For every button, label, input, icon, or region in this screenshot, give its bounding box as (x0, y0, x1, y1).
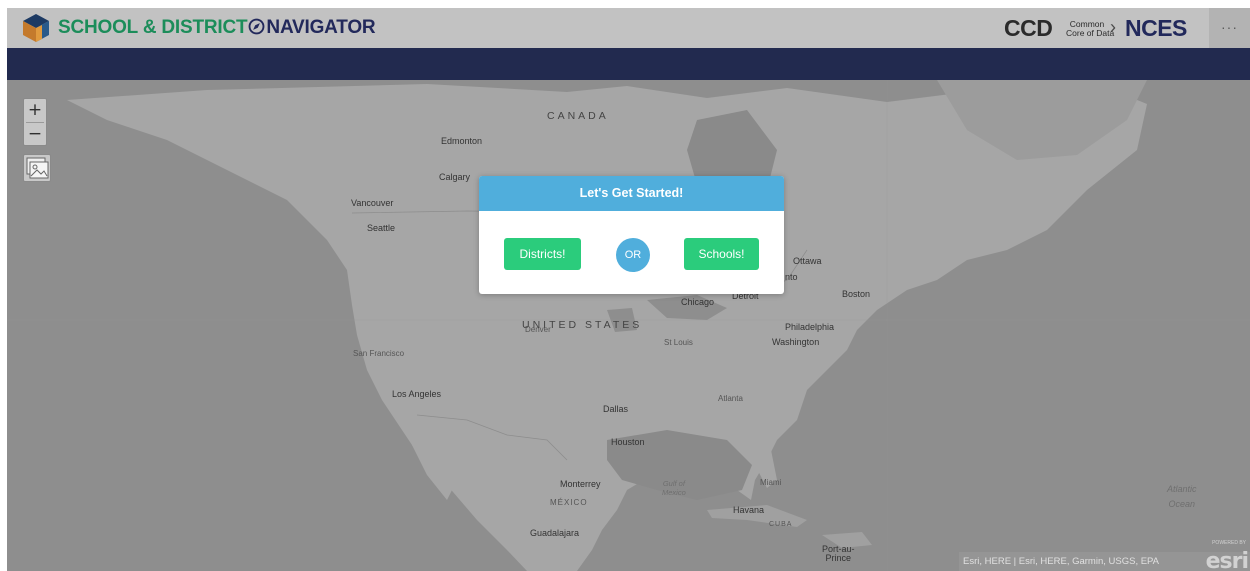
ccd-subtitle: Common Core of Data (1066, 20, 1114, 38)
map-label-havana: Havana (733, 505, 765, 515)
map-label-gulf-of-mexico: Gulf of Mexico (662, 479, 686, 497)
map-label-guadalajara: Guadalajara (530, 528, 580, 538)
map-label-edmonton: Edmonton (441, 136, 483, 146)
map-label-washington: Washington (772, 337, 820, 347)
map-label-port-au-prince: Port-au- Prince (822, 544, 855, 563)
nav-bar (7, 48, 1250, 80)
map-attribution: Esri, HERE | Esri, HERE, Garmin, USGS, E… (959, 540, 1250, 571)
map-label-atlantic-ocean: Atlantic Ocean (1167, 484, 1197, 509)
attribution-text: Esri, HERE | Esri, HERE, Garmin, USGS, E… (963, 556, 1160, 567)
map-label-calgary: Calgary (439, 172, 471, 182)
map-label-st-louis: St Louis (664, 338, 693, 347)
esri-powered-by: POWERED BY (1212, 540, 1246, 546)
get-started-dialog: Let's Get Started! Districts! OR Schools… (479, 176, 784, 294)
app-header: SCHOOL & DISTRICT NAVIGATOR CCD Common Cor… (7, 8, 1250, 48)
esri-logo[interactable]: esri (1206, 549, 1249, 571)
compass-icon (249, 18, 265, 35)
map-label-vancouver: Vancouver (351, 198, 394, 208)
or-badge: OR (616, 238, 650, 272)
zoom-in-button[interactable]: + (24, 99, 46, 122)
ccd-sub-line2: Core of Data (1066, 28, 1115, 38)
nces-label: NCES (1125, 15, 1187, 41)
map-label-mexico: MÉXICO (550, 498, 588, 507)
map-label-chicago: Chicago (681, 297, 715, 307)
map-label-cuba: CUBA (769, 521, 793, 528)
map-label-los-angeles: Los Angeles (392, 389, 442, 399)
map-label-denver: Denver (525, 325, 551, 334)
zoom-out-button[interactable]: − (24, 123, 46, 146)
map-label-philadelphia: Philadelphia (785, 322, 835, 332)
map-label-monterrey: Monterrey (560, 479, 601, 489)
ccd-label: CCD (1004, 15, 1053, 41)
chevron-right-icon: › (1110, 17, 1116, 37)
map-label-toronto: nto (785, 272, 798, 282)
map-label-san-francisco: San Francisco (353, 349, 405, 358)
map-label-seattle: Seattle (367, 223, 396, 233)
map-label-dallas: Dallas (603, 404, 629, 414)
basemap-gallery-icon (26, 157, 49, 179)
map-label-houston: Houston (611, 437, 645, 447)
map-label-boston: Boston (842, 289, 871, 299)
dialog-title: Let's Get Started! (479, 176, 784, 211)
school-cube-icon[interactable] (21, 13, 51, 43)
app-title-part-b: NAVIGATOR (266, 17, 376, 38)
map-view[interactable]: CANADA Edmonton Calgary Vancouver Seattl… (7, 80, 1250, 571)
map-label-ottawa: Ottawa (793, 256, 822, 266)
map-label-atlanta: Atlanta (718, 394, 743, 403)
app-title[interactable]: SCHOOL & DISTRICT NAVIGATOR (58, 17, 376, 39)
app-title-part-a: SCHOOL & DISTRICT (58, 17, 248, 38)
basemap-gallery-button[interactable] (23, 154, 51, 182)
more-menu-button[interactable]: ··· (1209, 8, 1250, 48)
schools-button[interactable]: Schools! (684, 238, 759, 270)
zoom-control: + − (23, 98, 47, 146)
districts-button[interactable]: Districts! (504, 238, 581, 270)
map-label-miami: Miami (760, 478, 782, 487)
map-label-canada: CANADA (547, 110, 609, 122)
app-root: SCHOOL & DISTRICT NAVIGATOR CCD Common Cor… (7, 8, 1250, 571)
